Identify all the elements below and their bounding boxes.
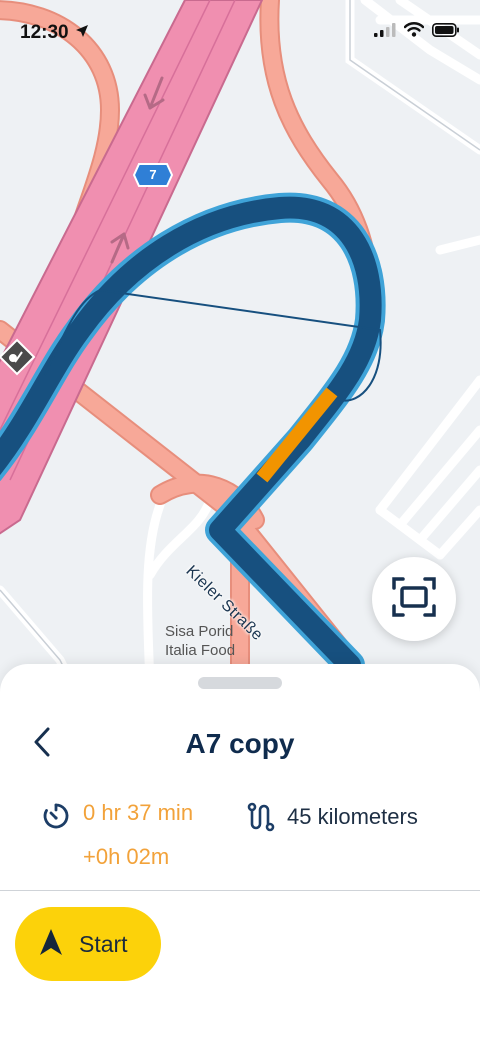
place-label: Sisa Porid Italia Food (165, 622, 285, 660)
status-time: 12:30 (20, 22, 69, 43)
location-arrow-icon (75, 22, 89, 44)
signal-icon (374, 22, 396, 42)
start-navigation-button[interactable]: Start (15, 907, 161, 981)
status-icons (374, 22, 460, 42)
route-details-sheet: A7 copy 0 hr 37 min +0h 02m 45 kilometer… (0, 664, 480, 1040)
start-label: Start (79, 930, 128, 957)
fit-route-icon (392, 576, 436, 622)
status-time-group: 12:30 (20, 22, 89, 44)
fit-route-button[interactable] (372, 557, 456, 641)
battery-icon (432, 22, 460, 42)
sheet-drag-handle[interactable] (198, 677, 282, 689)
place-label-line2: Italia Food (165, 642, 236, 659)
status-bar: 12:30 (0, 0, 480, 70)
road-shield-label: 7 (149, 167, 157, 182)
route-title: A7 copy (185, 728, 295, 759)
route-delay: +0h 02m (83, 844, 170, 869)
navigation-arrow-icon (39, 928, 63, 961)
place-label-line1: Sisa Porid (165, 623, 234, 640)
route-distance: 45 kilometers (287, 804, 418, 829)
wifi-icon (403, 22, 425, 42)
timer-icon (42, 802, 70, 835)
divider (0, 890, 480, 891)
route-distance-icon (246, 802, 276, 837)
route-duration: 0 hr 37 min (83, 800, 194, 825)
